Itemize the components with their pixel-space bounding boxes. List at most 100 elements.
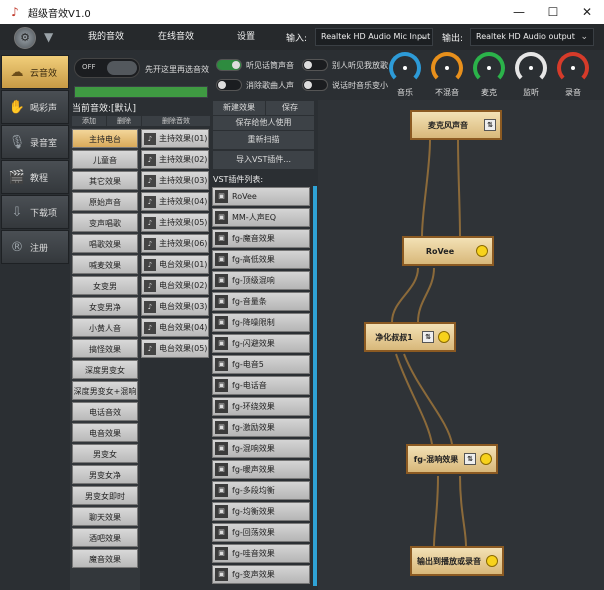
category-item[interactable]: 搞怪效果 — [72, 339, 138, 358]
category-item[interactable]: 电话音效 — [72, 402, 138, 421]
vst-item[interactable]: ▣ fg-电话音 — [212, 376, 310, 395]
category-item[interactable]: 魔音效果 — [72, 549, 138, 568]
graph-node-mic-input[interactable]: 麦克风声音 ⇅ — [410, 110, 502, 140]
category-item[interactable]: 男变女即时 — [72, 486, 138, 505]
knob-0[interactable]: 音乐 — [388, 52, 422, 98]
vst-item[interactable]: ▣ fg-电音5 — [212, 355, 310, 374]
category-item[interactable]: 小黄人音 — [72, 318, 138, 337]
menu-my-effects[interactable]: 我的音效 — [72, 24, 140, 50]
nav-item-1[interactable]: ✋ 喝彩声 — [1, 90, 69, 124]
category-item[interactable]: 主持电台 — [72, 129, 138, 148]
category-item[interactable]: 女变男净 — [72, 297, 138, 316]
category-item[interactable]: 聊天效果 — [72, 507, 138, 526]
switch-0[interactable]: 听见话筒声音 — [216, 58, 294, 72]
vst-scrollbar[interactable] — [313, 186, 317, 586]
nav-item-5[interactable]: ® 注册 — [1, 230, 69, 264]
graph-node-output[interactable]: 输出到播放或录音 — [410, 546, 504, 576]
output-device-select[interactable]: Realtek HD Audio output ⌄ — [470, 28, 594, 46]
switch-2[interactable]: 消除歌曲人声 — [216, 78, 294, 92]
nav-item-3[interactable]: 🎬 教程 — [1, 160, 69, 194]
vst-item[interactable]: ▣ MM-人声EQ — [212, 208, 310, 227]
vst-item[interactable]: ▣ fg-混响效果 — [212, 439, 310, 458]
delete-button[interactable]: 删除 — [107, 116, 141, 126]
minimize-button[interactable]: — — [502, 0, 536, 24]
category-item[interactable]: 女变男 — [72, 276, 138, 295]
nav-item-4[interactable]: ⇩ 下载项 — [1, 195, 69, 229]
knob-3[interactable]: 监听 — [514, 52, 548, 98]
vst-item[interactable]: ▣ fg-魔音效果 — [212, 229, 310, 248]
dial-icon[interactable] — [473, 52, 505, 84]
category-item[interactable]: 电音效果 — [72, 423, 138, 442]
effect-item[interactable]: ♪ 电台效果(02) — [141, 276, 209, 295]
input-device-select[interactable]: Realtek HD Audio Mic Input ⌄ — [315, 28, 433, 46]
close-button[interactable]: ✕ — [570, 0, 604, 24]
menu-online-effects[interactable]: 在线音效 — [142, 24, 210, 50]
category-item[interactable]: 酒吧效果 — [72, 528, 138, 547]
category-item[interactable]: 深度男变女 — [72, 360, 138, 379]
toggle-pill[interactable] — [302, 79, 328, 91]
vst-item[interactable]: ▣ fg-音量条 — [212, 292, 310, 311]
effect-item[interactable]: ♪ 电台效果(05) — [141, 339, 209, 358]
graph-node-rovee[interactable]: RoVee — [402, 236, 494, 266]
add-button[interactable]: 添加 — [72, 116, 106, 126]
category-item[interactable]: 男变女净 — [72, 465, 138, 484]
chevron-down-icon[interactable]: ▼ — [44, 30, 53, 44]
knob-2[interactable]: 麦克 — [472, 52, 506, 98]
import-vst-button[interactable]: 导入VST插件... — [213, 151, 314, 169]
effect-item[interactable]: ♪ 主持效果(04) — [141, 192, 209, 211]
maximize-button[interactable]: ☐ — [536, 0, 570, 24]
category-item[interactable]: 原始声音 — [72, 192, 138, 211]
menu-settings[interactable]: 设置 — [212, 24, 280, 50]
knob-4[interactable]: 录音 — [556, 52, 590, 98]
vst-item[interactable]: ▣ fg-顶级混响 — [212, 271, 310, 290]
nav-item-2[interactable]: 🎙 录音室 — [1, 125, 69, 159]
effect-item[interactable]: ♪ 电台效果(03) — [141, 297, 209, 316]
save-button[interactable]: 保存 — [266, 101, 314, 115]
vst-item[interactable]: ▣ fg-高低效果 — [212, 250, 310, 269]
category-item[interactable]: 其它效果 — [72, 171, 138, 190]
effect-item[interactable]: ♪ 主持效果(05) — [141, 213, 209, 232]
vst-item[interactable]: ▣ fg-哇音效果 — [212, 544, 310, 563]
effect-item[interactable]: ♪ 主持效果(03) — [141, 171, 209, 190]
effect-item[interactable]: ♪ 电台效果(01) — [141, 255, 209, 274]
category-item[interactable]: 男变女 — [72, 444, 138, 463]
switch-3[interactable]: 说话时音乐变小 — [302, 78, 388, 92]
toggle-pill[interactable] — [216, 59, 242, 71]
switch-1[interactable]: 别人听见我放歌 — [302, 58, 388, 72]
category-item[interactable]: 喊麦效果 — [72, 255, 138, 274]
vst-item[interactable]: ▣ fg-激励效果 — [212, 418, 310, 437]
settings-icon[interactable]: ⇅ — [484, 119, 496, 131]
settings-icon[interactable]: ⇅ — [422, 331, 434, 343]
vst-item[interactable]: ▣ fg-多段均衡 — [212, 481, 310, 500]
effect-item[interactable]: ♪ 主持效果(06) — [141, 234, 209, 253]
effect-item[interactable]: ♪ 电台效果(04) — [141, 318, 209, 337]
toggle-pill[interactable] — [216, 79, 242, 91]
dial-icon[interactable] — [431, 52, 463, 84]
vst-item[interactable]: ▣ fg-暖声效果 — [212, 460, 310, 479]
vst-item[interactable]: ▣ fg-降噪限制 — [212, 313, 310, 332]
dial-icon[interactable] — [557, 52, 589, 84]
effect-item[interactable]: ♪ 主持效果(02) — [141, 150, 209, 169]
category-item[interactable]: 变声唱歌 — [72, 213, 138, 232]
category-item[interactable]: 唱歌效果 — [72, 234, 138, 253]
category-item[interactable]: 儿童音 — [72, 150, 138, 169]
effect-item[interactable]: ♪ 主持效果(01) — [141, 129, 209, 148]
vst-item[interactable]: ▣ fg-变声效果 — [212, 565, 310, 584]
save-for-others-button[interactable]: 保存给他人使用 — [213, 116, 314, 130]
vst-item[interactable]: ▣ fg-闪避效果 — [212, 334, 310, 353]
new-effect-button[interactable]: 新建效果 — [213, 101, 265, 115]
master-toggle[interactable]: OFF — [74, 58, 140, 78]
knob-1[interactable]: 不混音 — [430, 52, 464, 98]
delete-effect-button[interactable]: 删除音效 — [142, 116, 210, 126]
vst-item[interactable]: ▣ fg-环绕效果 — [212, 397, 310, 416]
dial-icon[interactable] — [515, 52, 547, 84]
nav-item-0[interactable]: ☁ 云音效 — [1, 55, 69, 89]
category-item[interactable]: 深度男变女+混响 — [72, 381, 138, 400]
dial-icon[interactable] — [389, 52, 421, 84]
graph-node-purifier[interactable]: 净化叔叔1 ⇅ — [364, 322, 456, 352]
vst-item[interactable]: ▣ fg-回荡效果 — [212, 523, 310, 542]
toggle-pill[interactable] — [302, 59, 328, 71]
graph-node-reverb[interactable]: fg-混响效果 ⇅ — [406, 444, 498, 474]
settings-icon[interactable]: ⇅ — [464, 453, 476, 465]
rescan-button[interactable]: 重新扫描 — [213, 131, 314, 149]
